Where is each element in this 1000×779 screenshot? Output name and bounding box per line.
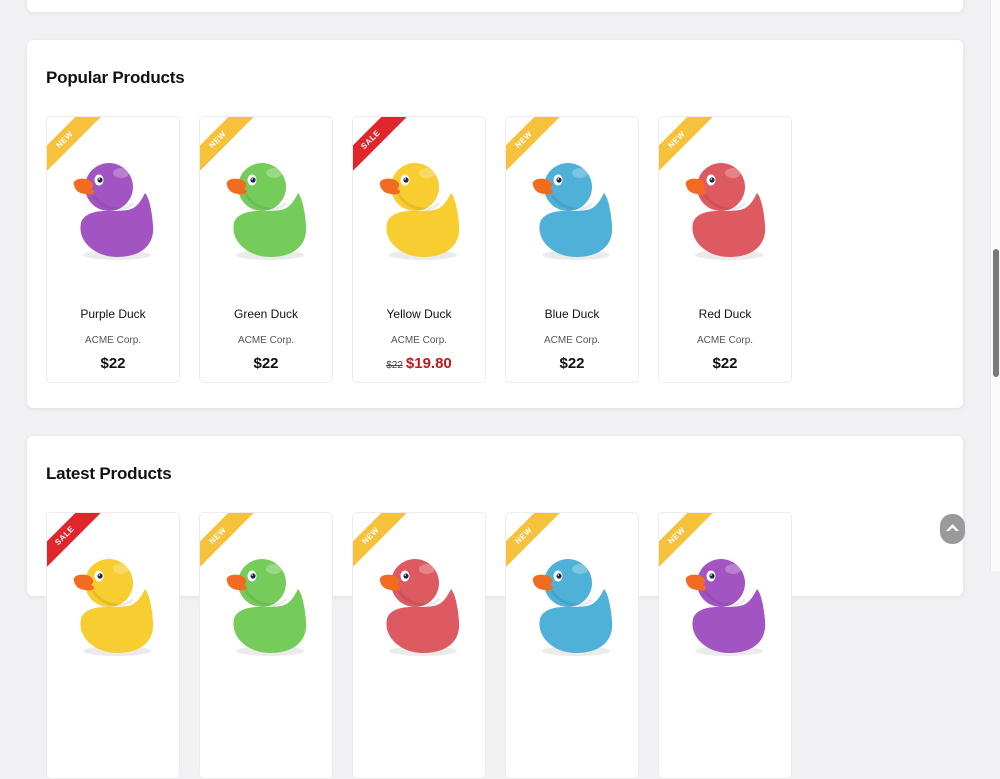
duck-image (685, 163, 766, 260)
section-title: Latest Products (46, 464, 172, 483)
duck-image (685, 559, 766, 656)
scrollbar-thumb[interactable] (993, 249, 999, 377)
duck-image (226, 163, 307, 260)
product-card[interactable]: NEW Blue Duck ACME Corp. $22 (505, 116, 639, 383)
product-name: Purple Duck (80, 307, 146, 321)
duck-image (379, 559, 460, 656)
product-name: Yellow Duck (386, 307, 452, 321)
product-card[interactable]: NEW (199, 512, 333, 779)
duck-image (532, 559, 613, 656)
product-card[interactable]: NEW (658, 512, 792, 779)
product-price: $22 (559, 355, 585, 372)
section-title: Popular Products (46, 68, 185, 87)
duck-image (532, 163, 613, 260)
scrollbar[interactable] (990, 0, 1000, 571)
product-card[interactable]: SALE Yellow Duck ACME Corp. $22 $19.80 (352, 116, 486, 383)
product-manufacturer: ACME Corp. (696, 335, 754, 346)
duck-image (379, 163, 460, 260)
product-manufacturer: ACME Corp. (84, 335, 142, 346)
product-card[interactable]: NEW Red Duck ACME Corp. $22 (658, 116, 792, 383)
product-name: Green Duck (233, 307, 299, 321)
chevron-up-icon (946, 524, 959, 531)
duck-image (226, 559, 307, 656)
duck-image (73, 559, 154, 656)
product-price: $22 (712, 355, 738, 372)
popular-products-section: Popular Products NEW Purple Duck ACME Corp… (27, 40, 963, 408)
latest-products-section: Latest Products SALE NEW NEW NEW NEW (27, 436, 963, 779)
product-card[interactable]: NEW Purple Duck ACME Corp. $22 (46, 116, 180, 383)
previous-section-box (27, 0, 963, 12)
product-name: Blue Duck (544, 307, 600, 321)
product-price: $22 (100, 355, 126, 372)
product-card[interactable]: NEW (505, 512, 639, 779)
product-manufacturer: ACME Corp. (543, 335, 601, 346)
scroll-to-top-button[interactable] (940, 514, 965, 544)
product-price: $22 $19.80 (353, 355, 485, 372)
product-price: $22 (253, 355, 279, 372)
duck-image (73, 163, 154, 260)
product-card[interactable]: NEW (352, 512, 486, 779)
product-card[interactable]: SALE (46, 512, 180, 779)
product-card[interactable]: NEW Green Duck ACME Corp. $22 (199, 116, 333, 383)
product-manufacturer: ACME Corp. (237, 335, 295, 346)
product-manufacturer: ACME Corp. (390, 335, 448, 346)
product-name: Red Duck (698, 307, 752, 321)
regular-price: $22 (386, 360, 403, 371)
campaign-price: $19.80 (405, 355, 452, 372)
